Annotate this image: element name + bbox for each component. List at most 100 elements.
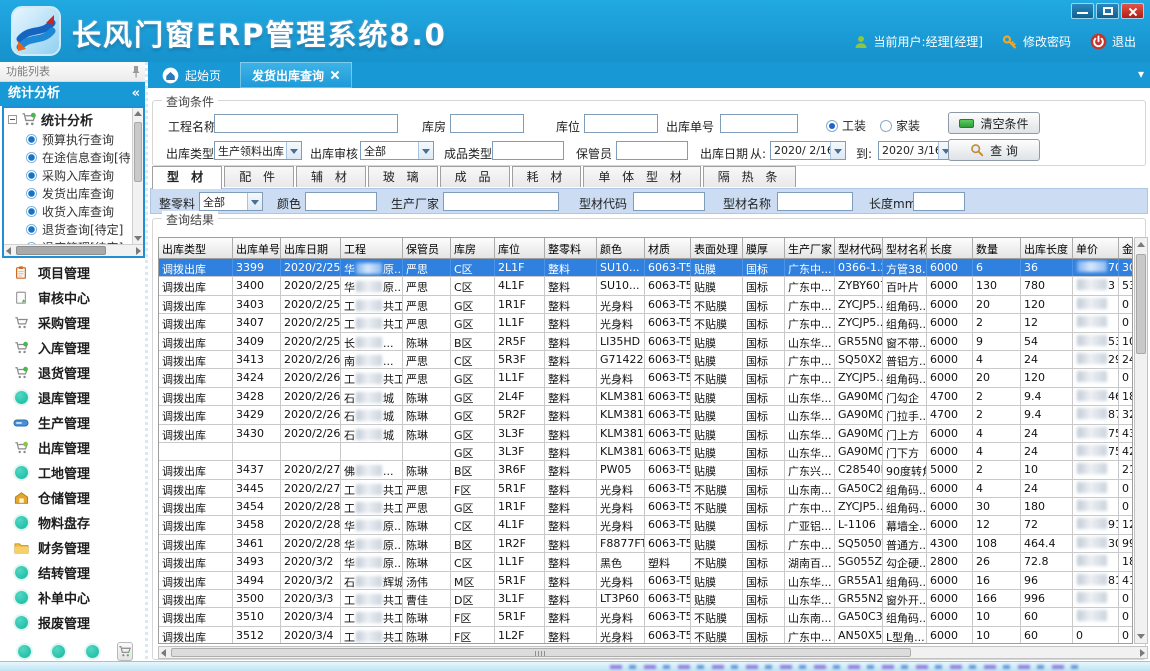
column-header[interactable]: 金 — [1119, 238, 1133, 258]
material-tab[interactable]: 耗 材 — [512, 166, 582, 187]
tab-home[interactable]: 起始页 — [150, 62, 233, 88]
dot-icon[interactable] — [18, 645, 31, 658]
column-header[interactable]: 型材代码 — [835, 238, 883, 258]
tree-item[interactable]: 收货入库查询 — [4, 202, 143, 220]
order-no-input[interactable] — [720, 114, 798, 133]
warehouse-input[interactable] — [450, 114, 524, 133]
close-button[interactable] — [1121, 3, 1144, 19]
column-header[interactable]: 长度 — [927, 238, 973, 258]
table-row[interactable]: 调拨出库34282020/2/26石城陈琳G区2L4F整料KLM38176063… — [159, 388, 1132, 406]
table-row[interactable]: 调拨出库34072020/2/25工共工程严思G区1L1F整料光身料6063-T… — [159, 314, 1132, 332]
table-row[interactable]: 调拨出库34032020/2/25工共工程严思G区1R1F整料光身料6063-T… — [159, 296, 1132, 314]
sidebar-item-审核中心[interactable]: 审核中心 — [0, 285, 146, 310]
tab-shipping-outbound-query[interactable]: 发货出库查询 — [240, 62, 352, 88]
material-tab[interactable]: 玻 璃 — [368, 166, 438, 187]
maker-input[interactable] — [443, 192, 559, 211]
column-header[interactable]: 出库长度 — [1021, 238, 1073, 258]
sidebar-item-仓储管理[interactable]: 仓储管理 — [0, 485, 146, 510]
sidebar-item-退库管理[interactable]: 退库管理 — [0, 385, 146, 410]
sidebar-item-财务管理[interactable]: 财务管理 — [0, 535, 146, 560]
minimize-button[interactable] — [1071, 3, 1094, 19]
sidebar-cart-button[interactable] — [117, 642, 133, 661]
column-header[interactable]: 生产厂家 — [785, 238, 835, 258]
tree-item[interactable]: 发货出库查询 — [4, 184, 143, 202]
table-row[interactable]: 调拨出库34092020/2/25长...陈琳B区2R5F整料LI35HD606… — [159, 333, 1132, 351]
column-header[interactable]: 出库单号 — [233, 238, 281, 258]
table-horizontal-scrollbar[interactable] — [158, 646, 1148, 659]
column-header[interactable]: 单价 — [1073, 238, 1119, 258]
column-header[interactable]: 出库日期 — [281, 238, 341, 258]
column-header[interactable]: 材质 — [645, 238, 691, 258]
table-row[interactable]: 调拨出库34002020/2/25华原...严思C区4L1F整料SU10...6… — [159, 277, 1132, 295]
profile-name-input[interactable] — [777, 192, 853, 211]
sidebar-item-项目管理[interactable]: 项目管理 — [0, 260, 146, 285]
column-header[interactable]: 保管员 — [403, 238, 451, 258]
sidebar-item-退货管理[interactable]: 退货管理 — [0, 360, 146, 385]
sidebar-item-入库管理[interactable]: 入库管理 — [0, 335, 146, 360]
tree-vertical-scrollbar[interactable] — [132, 108, 143, 244]
audit-select[interactable]: 全部 — [360, 141, 434, 160]
radio-home[interactable]: 家装 — [880, 117, 920, 134]
tab-overflow-arrow[interactable]: ▾ — [1138, 67, 1144, 81]
table-row[interactable]: 调拨出库34542020/2/28工共工程严思G区1R1F整料光身料6063-T… — [159, 498, 1132, 516]
column-header[interactable]: 出库类型 — [159, 238, 233, 258]
tree-item[interactable]: 预算执行查询 — [4, 130, 143, 148]
tree-item[interactable]: 采购入库查询 — [4, 166, 143, 184]
tree-item[interactable]: 在途信息查询[待 — [4, 148, 143, 166]
sidebar-item-采购管理[interactable]: 采购管理 — [0, 310, 146, 335]
date-from-select[interactable]: 2020/ 2/16 — [770, 141, 846, 160]
logout-button[interactable]: 退出 — [1090, 33, 1136, 50]
keeper-input[interactable] — [616, 141, 688, 160]
column-header[interactable]: 颜色 — [597, 238, 645, 258]
sidebar-item-出库管理[interactable]: 出库管理 — [0, 435, 146, 460]
table-row[interactable]: 调拨出库34942020/3/2石辉城汤伟M区5R1F整料光身料6063-T5贴… — [159, 572, 1132, 590]
column-header[interactable]: 膜厚 — [743, 238, 785, 258]
sidebar-item-报废管理[interactable]: 报废管理 — [0, 610, 146, 635]
column-header[interactable]: 型材名称 — [883, 238, 927, 258]
column-header[interactable]: 库房 — [451, 238, 495, 258]
table-row[interactable]: 调拨出库34582020/2/28华原...陈琳C区4L1F整料光身料6063-… — [159, 516, 1132, 534]
table-vertical-scrollbar[interactable] — [1134, 237, 1148, 644]
collapse-icon[interactable]: « — [132, 82, 140, 106]
column-header[interactable]: 整零料 — [545, 238, 597, 258]
clear-conditions-button[interactable]: 清空条件 — [948, 112, 1040, 134]
table-row[interactable]: 调拨出库35102020/3/4工共工程陈琳F区5R1F整料光身料6063-T5… — [159, 608, 1132, 626]
table-row[interactable]: G区3L3F整料KLM38176063-T5贴膜国标山东华...GA90M09.… — [159, 443, 1132, 461]
tree-item[interactable]: 退货查询[待定] — [4, 220, 143, 238]
material-tab[interactable]: 型 材 — [152, 166, 222, 189]
dot-icon[interactable] — [86, 645, 99, 658]
radio-industrial[interactable]: 工装 — [826, 117, 866, 134]
change-password-button[interactable]: 修改密码 — [1002, 33, 1071, 50]
sidebar-item-结转管理[interactable]: 结转管理 — [0, 560, 146, 585]
table-row[interactable]: 调拨出库34612020/2/28华原...陈琳B区1R2F整料F8877FT6… — [159, 535, 1132, 553]
table-row[interactable]: 调拨出库34372020/2/27佛...陈琳B区3R6F整料PW056063-… — [159, 461, 1132, 479]
date-to-select[interactable]: 2020/ 3/16 — [878, 141, 954, 160]
table-row[interactable]: 调拨出库35002020/3/3工共工程曹佳D区3L1F整料LT3P606063… — [159, 590, 1132, 608]
column-header[interactable]: 库位 — [495, 238, 545, 258]
tab-close-icon[interactable] — [330, 70, 340, 80]
dot-icon[interactable] — [52, 645, 65, 658]
sidebar-item-物料盘存[interactable]: 物料盘存 — [0, 510, 146, 535]
tree-expander-icon[interactable] — [8, 115, 17, 124]
length-input[interactable] — [913, 192, 965, 211]
material-tab[interactable]: 辅 材 — [296, 166, 366, 187]
tree-horizontal-scrollbar[interactable] — [4, 244, 143, 256]
column-header[interactable]: 数量 — [973, 238, 1021, 258]
sidebar-item-工地管理[interactable]: 工地管理 — [0, 460, 146, 485]
location-input[interactable] — [584, 114, 658, 133]
search-button[interactable]: 查 询 — [948, 139, 1040, 161]
maximize-button[interactable] — [1096, 3, 1119, 19]
table-row[interactable]: 调拨出库35122020/3/4工共工程陈琳F区1L2F整料光身料6063-T5… — [159, 627, 1132, 644]
color-input[interactable] — [305, 192, 377, 211]
product-type-input[interactable] — [492, 141, 564, 160]
table-row[interactable]: 调拨出库34452020/2/27工共工程严思F区5R1F整料光身料6063-T… — [159, 480, 1132, 498]
sidebar-item-补单中心[interactable]: 补单中心 — [0, 585, 146, 610]
column-header[interactable]: 表面处理 — [691, 238, 743, 258]
table-row[interactable]: 调拨出库34292020/2/26石城陈琳G区5R2F整料KLM38176063… — [159, 406, 1132, 424]
profile-code-input[interactable] — [633, 192, 705, 211]
table-row[interactable]: 调拨出库33992020/2/25华原...严思C区2L1F整料SU10...6… — [159, 259, 1132, 277]
project-name-input[interactable] — [214, 114, 398, 133]
stats-group-header[interactable]: 统计分析 « — [0, 82, 148, 106]
material-tab[interactable]: 单 体 型 材 — [583, 166, 700, 187]
table-row[interactable]: 调拨出库34132020/2/26南...严思C区5R3F整料G71422606… — [159, 351, 1132, 369]
